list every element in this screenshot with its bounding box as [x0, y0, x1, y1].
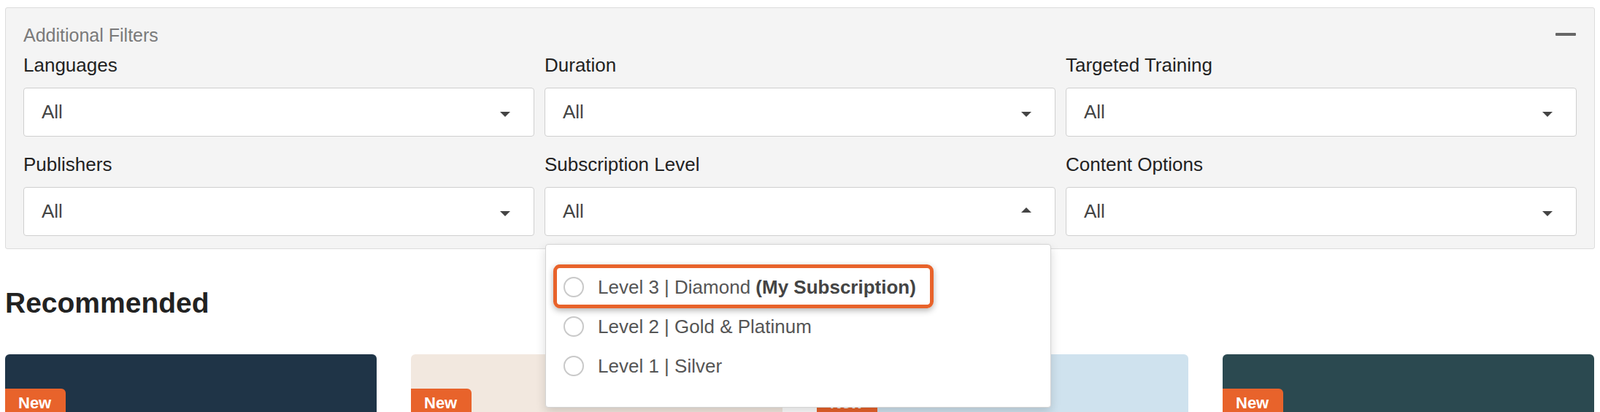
dropdown-option[interactable]: Level 3 | Diamond (My Subscription) — [563, 267, 1036, 307]
filter-value: All — [1083, 200, 1106, 222]
filter-field: Publishers All — [23, 152, 535, 236]
filter-label: Subscription Level — [544, 152, 1056, 176]
radio-button[interactable] — [563, 276, 584, 298]
filter-label: Languages — [23, 53, 535, 77]
filter-value: All — [562, 100, 584, 123]
filters-grid: LanguagesAllDurationAllTargeted Training… — [23, 53, 1577, 236]
dropdown-option[interactable]: Level 2 | Gold & Platinum — [563, 306, 1036, 346]
highlight-box — [553, 264, 934, 309]
filter-label: Duration — [544, 53, 1056, 77]
panel-title: Additional Filters — [23, 22, 1577, 48]
course-card[interactable]: New — [5, 354, 377, 412]
filter-value: All — [562, 200, 584, 222]
filter-select[interactable]: All — [544, 87, 1056, 137]
caret-up-icon — [1021, 207, 1032, 213]
filter-select[interactable]: All — [1065, 87, 1577, 137]
caret-down-icon — [500, 210, 511, 217]
radio-button[interactable] — [563, 355, 584, 376]
option-text: Level 2 | Gold & Platinum — [597, 313, 812, 339]
filter-field: Subscription LevelAllLevel 3 | Diamond (… — [544, 152, 1056, 236]
option-text: Level 1 | Silver — [597, 353, 722, 379]
radio-button[interactable] — [563, 316, 584, 337]
filter-select[interactable]: All — [23, 186, 535, 236]
dropdown-option[interactable]: Level 1 | Silver — [563, 345, 1036, 386]
filter-field: Duration All — [544, 53, 1056, 137]
caret-down-icon — [1542, 111, 1553, 117]
filter-select[interactable]: All — [1065, 186, 1577, 236]
caret-down-icon — [1542, 210, 1553, 217]
filter-value: All — [1083, 100, 1106, 123]
option-note: (My Subscription) — [755, 275, 917, 298]
option-content: Level 1 | Silver — [563, 353, 722, 379]
filter-value: All — [41, 200, 63, 222]
filter-label: Publishers — [23, 152, 535, 176]
option-label: Level 2 | Gold & Platinum — [597, 315, 812, 338]
filter-select[interactable]: All — [23, 87, 535, 137]
option-label: Level 3 | Diamond — [597, 275, 751, 298]
filters-panel: Additional Filters Languages All Duration Al… — [5, 7, 1595, 249]
filter-field: Languages All — [23, 53, 535, 137]
course-card[interactable]: New — [1222, 354, 1595, 412]
caret-down-icon — [500, 111, 511, 117]
option-label: Level 1 | Silver — [597, 354, 722, 377]
option-text: Level 3 | Diamond (My Subscription) — [597, 274, 917, 300]
filter-field: Targeted Training All — [1065, 53, 1577, 137]
dropdown-menu: Level 3 | Diamond (My Subscription)Level… — [545, 243, 1052, 408]
new-badge: New — [1222, 388, 1284, 412]
caret-down-icon — [1021, 111, 1032, 117]
filter-label: Content Options — [1065, 152, 1577, 176]
new-badge: New — [410, 388, 472, 412]
collapse-icon[interactable] — [1555, 32, 1576, 36]
option-content: Level 3 | Diamond (My Subscription) — [563, 274, 917, 300]
filter-label: Targeted Training — [1065, 53, 1577, 77]
filter-value: All — [41, 100, 63, 123]
option-content: Level 2 | Gold & Platinum — [563, 313, 812, 339]
filter-select[interactable]: All — [544, 186, 1056, 236]
filter-field: Content Options All — [1065, 152, 1577, 236]
new-badge: New — [5, 388, 66, 412]
